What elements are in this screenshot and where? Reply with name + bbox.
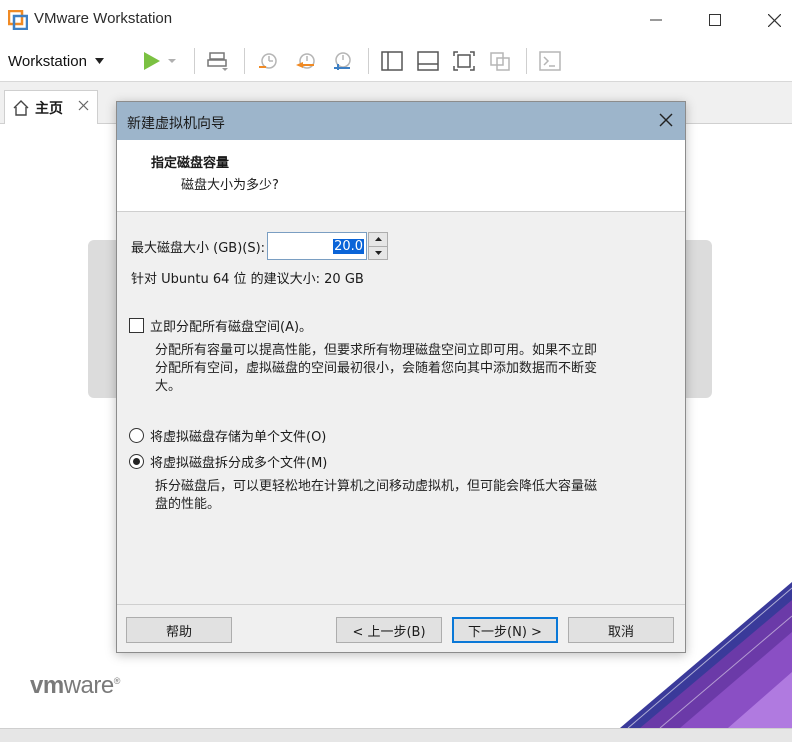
main-toolbar: Workstation	[0, 40, 792, 82]
dialog-header: 指定磁盘容量 磁盘大小为多少?	[117, 140, 685, 212]
dialog-titlebar: 新建虚拟机向导	[117, 102, 685, 140]
back-button[interactable]: < 上一步(B)	[336, 617, 442, 643]
tab-home-label: 主页	[35, 100, 63, 117]
disk-size-spin-buttons	[368, 232, 389, 260]
caret-down-icon	[94, 58, 104, 64]
vmware-app-icon	[8, 10, 28, 30]
vmware-logo-text: ware	[63, 672, 115, 699]
snapshot-manager-icon[interactable]	[330, 50, 354, 72]
send-keys-icon[interactable]	[206, 50, 230, 72]
allocate-desc-line-3: 大。	[155, 379, 182, 394]
dialog-subheading: 磁盘大小为多少?	[181, 178, 279, 193]
single-file-radio-row[interactable]: 将虚拟磁盘存储为单个文件(O)	[129, 426, 326, 445]
snapshot-icon[interactable]	[256, 50, 280, 72]
allocate-now-checkbox[interactable]	[129, 318, 144, 333]
split-files-description: 拆分磁盘后，可以更轻松地在计算机之间移动虚拟机，但可能会降低大容量磁 盘的性能。	[155, 478, 675, 514]
console-icon[interactable]	[538, 50, 562, 72]
new-vm-wizard-dialog: 新建虚拟机向导 指定磁盘容量 磁盘大小为多少? 最大磁盘大小 (GB)(S): …	[116, 101, 686, 653]
toolbar-separator	[526, 48, 527, 74]
close-icon	[767, 13, 781, 27]
allocate-now-checkbox-row[interactable]: 立即分配所有磁盘空间(A)。	[129, 316, 312, 335]
minimize-icon	[650, 19, 662, 21]
allocate-now-description: 分配所有容量可以提高性能，但要求所有物理磁盘空间立即可用。如果不立即 分配所有空…	[155, 342, 675, 396]
spin-up-button[interactable]	[369, 233, 388, 247]
chevron-up-icon	[374, 237, 382, 242]
split-desc-line-1: 拆分磁盘后，可以更轻松地在计算机之间移动虚拟机，但可能会降低大容量磁	[155, 479, 598, 494]
vmware-logo: vmware®	[30, 672, 120, 700]
revert-snapshot-icon[interactable]	[294, 50, 318, 72]
fullscreen-icon[interactable]	[452, 50, 476, 72]
home-icon	[13, 99, 29, 116]
toolbar-separator	[368, 48, 369, 74]
close-tab-icon[interactable]	[78, 100, 89, 111]
spin-down-button[interactable]	[369, 246, 388, 259]
workstation-menu-label: Workstation	[8, 52, 87, 70]
dialog-close-icon[interactable]	[659, 113, 673, 127]
sidebar-toggle-icon[interactable]	[380, 50, 404, 72]
cancel-button[interactable]: 取消	[568, 617, 674, 643]
single-file-radio[interactable]	[129, 428, 144, 443]
play-dropdown-icon[interactable]	[166, 50, 178, 72]
workstation-menu[interactable]: Workstation	[8, 50, 104, 72]
disk-size-stepper[interactable]: 20.0	[267, 232, 389, 260]
vmware-logo-reg: ®	[113, 676, 121, 686]
window-titlebar: VMware Workstation	[0, 0, 792, 40]
window-title: VMware Workstation	[34, 10, 173, 27]
tab-home[interactable]: 主页	[4, 90, 98, 124]
split-files-label: 将虚拟磁盘拆分成多个文件(M)	[150, 456, 328, 471]
recommended-size-text: 针对 Ubuntu 64 位 的建议大小: 20 GB	[131, 272, 364, 287]
chevron-down-icon	[374, 250, 382, 255]
toolbar-separator	[244, 48, 245, 74]
dialog-footer: 帮助 < 上一步(B) 下一步(N) > 取消	[117, 604, 685, 652]
close-window-button[interactable]	[754, 6, 792, 34]
vmware-logo-bold: vm	[30, 672, 64, 699]
disk-size-value: 20.0	[333, 238, 365, 254]
minimize-button[interactable]	[636, 6, 676, 34]
disk-size-input[interactable]: 20.0	[267, 232, 368, 260]
toolbar-separator	[194, 48, 195, 74]
split-desc-line-2: 盘的性能。	[155, 497, 221, 512]
dialog-title: 新建虚拟机向导	[127, 116, 225, 132]
play-icon[interactable]	[140, 50, 164, 72]
unity-icon[interactable]	[488, 50, 512, 72]
status-bar	[0, 728, 792, 742]
next-button[interactable]: 下一步(N) >	[452, 617, 558, 643]
split-files-radio-row[interactable]: 将虚拟磁盘拆分成多个文件(M)	[129, 452, 327, 471]
maximize-icon	[709, 14, 721, 26]
allocate-now-label: 立即分配所有磁盘空间(A)。	[150, 320, 313, 335]
disk-size-label: 最大磁盘大小 (GB)(S):	[131, 240, 266, 256]
dialog-heading: 指定磁盘容量	[151, 156, 230, 171]
split-files-radio[interactable]	[129, 454, 144, 469]
disk-size-row: 最大磁盘大小 (GB)(S): 20.0	[131, 232, 389, 260]
library-toggle-icon[interactable]	[416, 50, 440, 72]
help-button[interactable]: 帮助	[126, 617, 232, 643]
single-file-label: 将虚拟磁盘存储为单个文件(O)	[150, 430, 327, 445]
allocate-desc-line-1: 分配所有容量可以提高性能，但要求所有物理磁盘空间立即可用。如果不立即	[155, 343, 598, 358]
allocate-desc-line-2: 分配所有空间，虚拟磁盘的空间最初很小，会随着您向其中添加数据而不断变	[155, 361, 598, 376]
maximize-button[interactable]	[695, 6, 735, 34]
